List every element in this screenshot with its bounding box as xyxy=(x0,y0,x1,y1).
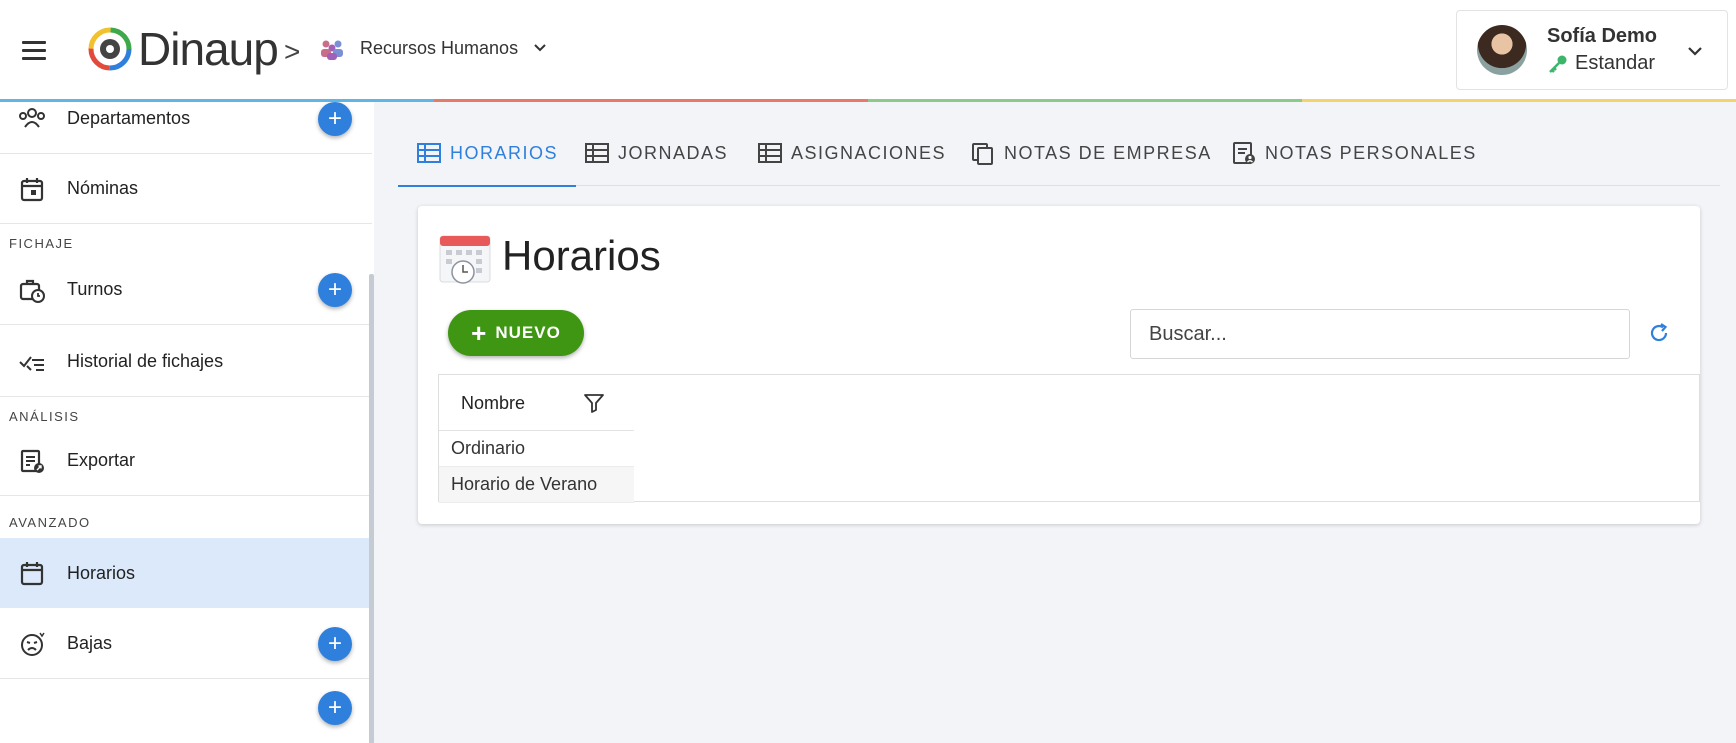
people-icon xyxy=(19,107,45,128)
chevron-down-icon xyxy=(1688,47,1702,56)
sidebar-item-label: Horarios xyxy=(67,562,136,583)
table-row[interactable]: Horario de Verano xyxy=(439,467,634,503)
filter-icon[interactable] xyxy=(582,391,606,415)
table-icon xyxy=(417,143,441,163)
color-stripe xyxy=(0,99,1736,102)
sick-face-icon xyxy=(21,632,45,656)
sidebar-item-label: Departamentos xyxy=(67,108,191,128)
table-icon xyxy=(585,143,609,163)
add-item-button[interactable]: + xyxy=(318,691,352,725)
breadcrumb-separator: > xyxy=(284,36,301,67)
sidebar-item-partial[interactable]: + xyxy=(0,681,372,743)
tab-bar: HORARIOS JORNADAS ASIGNACIONES NOTAS DE … xyxy=(397,120,1720,187)
avatar xyxy=(1477,25,1527,75)
sidebar: Departamentos + Nóminas FICHAJE Turnos +… xyxy=(0,86,374,743)
section-title-avanzado: AVANZADO xyxy=(9,515,91,530)
page-title: Horarios xyxy=(502,232,661,279)
table-icon xyxy=(758,143,782,163)
sidebar-scrollbar[interactable] xyxy=(369,274,374,743)
sidebar-item-bajas[interactable]: Bajas + xyxy=(0,609,372,679)
calendar-clock-icon xyxy=(439,235,491,284)
brand-logo[interactable]: Dinaup xyxy=(88,22,279,76)
tab-horarios[interactable]: HORARIOS xyxy=(397,120,577,187)
sidebar-item-label: Turnos xyxy=(67,279,123,299)
refresh-icon[interactable] xyxy=(1646,320,1672,346)
export-doc-icon xyxy=(20,449,44,473)
chevron-down-icon xyxy=(534,44,546,52)
add-baja-button[interactable]: + xyxy=(318,626,352,661)
sidebar-item-nominas[interactable]: Nóminas xyxy=(0,154,372,224)
tab-label: NOTAS PERSONALES xyxy=(1265,142,1477,163)
column-header-nombre[interactable]: Nombre xyxy=(439,375,634,431)
sidebar-item-label: Historial de fichajes xyxy=(67,351,224,371)
tab-label: JORNADAS xyxy=(618,142,729,163)
personal-notes-icon xyxy=(1233,142,1255,164)
briefcase-clock-icon xyxy=(19,279,45,303)
user-menu[interactable]: Sofía Demo Estandar xyxy=(1456,10,1728,90)
copy-notes-icon xyxy=(972,143,993,165)
new-button-label: NUEVO xyxy=(495,323,561,342)
sidebar-item-turnos[interactable]: Turnos + xyxy=(0,255,372,325)
module-name: Recursos Humanos xyxy=(360,37,519,58)
table-row[interactable]: Ordinario xyxy=(439,431,634,467)
section-title-fichaje: FICHAJE xyxy=(9,236,74,251)
data-grid: Nombre Ordinario Horario de Verano xyxy=(438,374,1700,503)
sidebar-item-historial-fichajes[interactable]: Historial de fichajes xyxy=(0,327,372,397)
key-icon xyxy=(1549,55,1567,73)
tab-notas-empresa[interactable]: NOTAS DE EMPRESA xyxy=(970,120,1212,186)
add-departamento-button[interactable]: + xyxy=(318,101,352,136)
tab-label: HORARIOS xyxy=(450,142,559,163)
plus-icon: + xyxy=(471,318,488,348)
content-card: Horarios + NUEVO Nombre Ordinario Horari… xyxy=(418,206,1700,524)
sidebar-item-label: Exportar xyxy=(67,450,136,470)
brand-name: Dinaup xyxy=(138,23,279,75)
team-icon xyxy=(321,40,343,60)
module-selector[interactable]: Recursos Humanos xyxy=(318,34,548,62)
user-name: Sofía Demo xyxy=(1547,25,1658,47)
dinaup-logo-icon xyxy=(88,27,132,71)
tab-label: ASIGNACIONES xyxy=(791,142,947,163)
user-role: Estandar xyxy=(1575,52,1656,74)
section-title-analisis: ANÁLISIS xyxy=(9,409,80,424)
calendar-icon xyxy=(20,177,44,201)
tab-asignaciones[interactable]: ASIGNACIONES xyxy=(757,120,946,186)
hamburger-menu-icon[interactable] xyxy=(22,36,54,64)
top-header: Dinaup > Recursos Humanos Sofía Demo Est… xyxy=(0,0,1736,102)
sidebar-item-horarios[interactable]: Horarios xyxy=(0,538,372,608)
sidebar-item-label: Nóminas xyxy=(67,178,139,198)
column-header-label: Nombre xyxy=(461,393,526,413)
tab-jornadas[interactable]: JORNADAS xyxy=(584,120,728,186)
sidebar-item-label: Bajas xyxy=(67,633,113,653)
add-turno-button[interactable]: + xyxy=(318,272,352,307)
tab-label: NOTAS DE EMPRESA xyxy=(1004,142,1212,163)
calendar-blank-icon xyxy=(20,562,44,586)
checklist-icon xyxy=(19,355,44,371)
new-button[interactable]: + NUEVO xyxy=(448,310,584,356)
tab-notas-personales[interactable]: NOTAS PERSONALES xyxy=(1231,120,1477,186)
search-input[interactable] xyxy=(1130,309,1630,359)
sidebar-item-exportar[interactable]: Exportar xyxy=(0,426,372,496)
